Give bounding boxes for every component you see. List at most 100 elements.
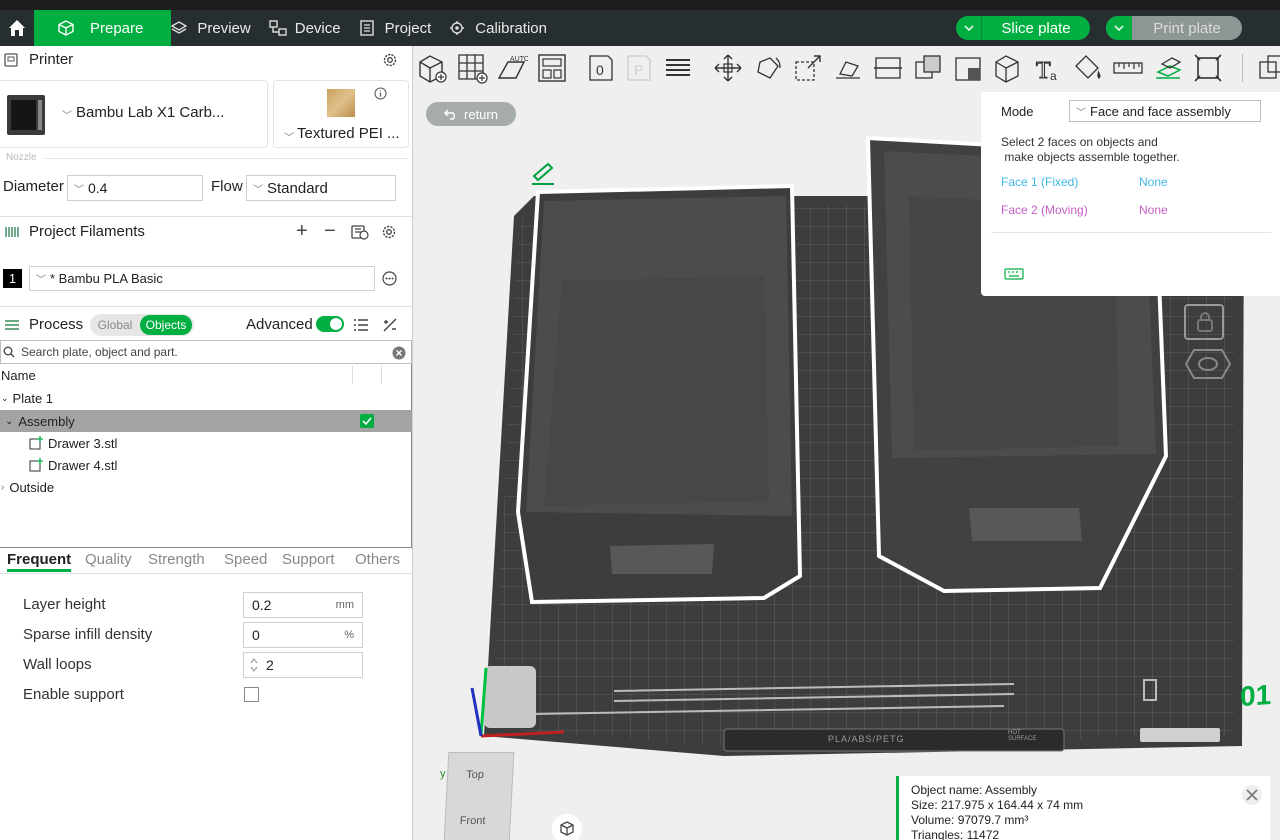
seam-paint-icon[interactable] xyxy=(992,52,1024,84)
scale-icon[interactable] xyxy=(792,52,824,84)
global-objects-toggle[interactable]: Global Objects xyxy=(90,314,194,336)
settings-hex-button[interactable] xyxy=(1184,346,1232,382)
assembly-icon[interactable] xyxy=(1152,52,1184,84)
remove-filament-button[interactable]: − xyxy=(324,220,336,243)
advanced-switch[interactable] xyxy=(316,316,344,332)
tab-device[interactable]: Device xyxy=(269,10,359,46)
view-cube-front[interactable]: Front xyxy=(459,815,485,827)
toggle-global[interactable]: Global xyxy=(90,318,140,332)
3d-viewport[interactable]: AUTO 0 P Ta return 01 PLA/ABS/PETG HOT S… xyxy=(414,46,1280,840)
diameter-select[interactable]: ﹀ 0.4 xyxy=(67,175,203,201)
visibility-checkbox[interactable] xyxy=(360,414,374,428)
move-icon[interactable] xyxy=(712,52,744,84)
layer-height-label: Layer height xyxy=(23,596,106,613)
object-info-panel: Object name: Assembly Size: 217.975 x 16… xyxy=(896,776,1270,840)
svg-text:0: 0 xyxy=(596,62,604,78)
support-paint-icon[interactable] xyxy=(952,52,984,84)
measure-icon[interactable] xyxy=(1112,52,1144,84)
chevron-down-icon[interactable] xyxy=(956,16,982,40)
enable-support-checkbox[interactable] xyxy=(244,687,259,702)
arrange-icon[interactable] xyxy=(536,52,568,84)
filament-index-badge[interactable]: 1 xyxy=(3,269,22,288)
tab-quality[interactable]: Quality xyxy=(85,551,132,568)
more-options-icon[interactable] xyxy=(382,271,397,286)
tree-row-label: Drawer 4.stl xyxy=(48,457,118,473)
add-object-icon[interactable] xyxy=(416,52,448,84)
tree-row-plate[interactable]: ⌄ Plate 1 xyxy=(0,387,412,409)
wall-loops-stepper[interactable]: 2 xyxy=(243,652,363,678)
view-cube-top[interactable]: Top xyxy=(466,769,484,781)
add-plate-icon[interactable] xyxy=(456,52,488,84)
return-button[interactable]: return xyxy=(426,102,516,126)
slice-plate-label: Slice plate xyxy=(1001,19,1071,37)
keyboard-icon[interactable] xyxy=(1004,268,1024,280)
view-reset-button[interactable] xyxy=(552,814,582,840)
text-icon[interactable]: Ta xyxy=(1032,52,1064,84)
layers-icon xyxy=(171,21,188,34)
lay-on-face-icon[interactable] xyxy=(832,52,864,84)
tab-project[interactable]: Project xyxy=(359,10,450,46)
chevron-right-icon[interactable]: › xyxy=(1,482,4,493)
object-volume: Volume: 97079.7 mm³ xyxy=(911,813,1029,827)
layers-list-icon[interactable] xyxy=(662,52,694,84)
plate-selector[interactable]: ﹀ Textured PEI ... xyxy=(273,80,409,148)
lock-button[interactable] xyxy=(1184,304,1224,340)
fit-view-icon[interactable] xyxy=(1192,52,1224,84)
tree-row-assembly[interactable]: ⌄ Assembly xyxy=(0,410,412,432)
tab-preview[interactable]: Preview xyxy=(171,10,268,46)
color-paint-icon[interactable] xyxy=(1072,52,1104,84)
info-icon[interactable] xyxy=(374,87,387,100)
divider xyxy=(44,158,408,159)
tab-frequent[interactable]: Frequent xyxy=(7,551,72,572)
tab-others[interactable]: Others xyxy=(355,551,400,568)
chevron-down-icon: ﹀ xyxy=(74,184,84,196)
auto-orient-icon[interactable]: AUTO xyxy=(496,52,528,84)
divider xyxy=(0,306,412,307)
gear-icon[interactable] xyxy=(382,52,398,68)
svg-text:AUTO: AUTO xyxy=(510,56,528,63)
chevron-down-icon[interactable]: ⌄ xyxy=(5,416,13,427)
tab-support[interactable]: Support xyxy=(282,551,335,568)
slice-plate-button[interactable]: Slice plate xyxy=(956,16,1090,40)
mode-select[interactable]: ﹀ Face and face assembly xyxy=(1069,100,1261,122)
axis-y-label: y xyxy=(440,768,446,780)
printer-selector[interactable]: ﹀ Bambu Lab X1 Carb... xyxy=(0,80,268,148)
split-objects-icon[interactable] xyxy=(1254,52,1280,84)
filament-sync-icon[interactable] xyxy=(351,224,369,240)
toggle-objects[interactable]: Objects xyxy=(140,315,192,335)
view-cube[interactable]: Top Front xyxy=(443,752,515,840)
object-search-input[interactable]: Search plate, object and part. xyxy=(0,340,412,364)
cube-icon xyxy=(58,20,74,36)
plate-p-icon[interactable]: P xyxy=(622,52,654,84)
instruction-line-2: make objects assemble together. xyxy=(1001,150,1180,164)
boolean-icon[interactable] xyxy=(912,52,944,84)
rotate-icon[interactable] xyxy=(752,52,784,84)
plate-zero-icon[interactable]: 0 xyxy=(584,52,616,84)
print-plate-button[interactable]: Print plate xyxy=(1106,16,1242,40)
add-filament-button[interactable]: + xyxy=(296,220,308,243)
filament-select[interactable]: ﹀ * Bambu PLA Basic xyxy=(29,266,375,291)
compare-icon[interactable] xyxy=(382,318,398,332)
device-icon xyxy=(269,20,287,36)
flow-select[interactable]: ﹀ Standard xyxy=(246,175,396,201)
clear-icon[interactable] xyxy=(392,346,406,360)
tab-speed[interactable]: Speed xyxy=(224,551,267,568)
tab-calibration[interactable]: Calibration xyxy=(449,10,565,46)
tab-strength[interactable]: Strength xyxy=(148,551,205,568)
home-button[interactable] xyxy=(0,10,34,46)
list-icon[interactable] xyxy=(353,318,369,332)
tab-prepare[interactable]: Prepare xyxy=(34,10,172,46)
tree-row-drawer3[interactable]: Drawer 3.stl xyxy=(0,432,412,454)
tree-row-drawer4[interactable]: Drawer 4.stl xyxy=(0,454,412,476)
tab-label: Calibration xyxy=(475,19,547,37)
chevron-down-icon[interactable]: ⌄ xyxy=(1,393,9,404)
tree-row-outside[interactable]: › Outside xyxy=(0,476,412,498)
cut-icon[interactable] xyxy=(872,52,904,84)
close-icon[interactable] xyxy=(1241,784,1263,806)
gear-icon[interactable] xyxy=(381,224,397,240)
sparse-infill-input[interactable]: 0 % xyxy=(243,622,363,648)
layer-height-input[interactable]: 0.2 mm xyxy=(243,592,363,618)
plate-material-text: PLA/ABS/PETG xyxy=(828,734,905,744)
stepper-arrows-icon[interactable] xyxy=(249,656,259,674)
chevron-down-icon[interactable] xyxy=(1106,16,1132,40)
